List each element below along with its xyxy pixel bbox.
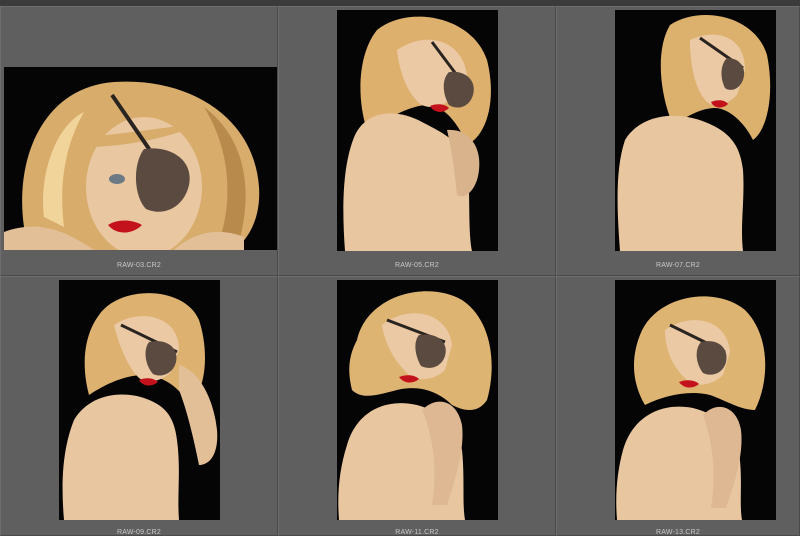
thumbnail-image[interactable]	[337, 280, 498, 520]
thumbnail-cell[interactable]: RAW-03.CR2	[0, 6, 278, 276]
thumbnail-filename: RAW-07.CR2	[655, 262, 700, 269]
thumbnail-image[interactable]	[59, 280, 220, 520]
thumbnail-image[interactable]	[4, 67, 277, 250]
photo-hand-on-shoulder	[337, 280, 498, 520]
photo-back-turned	[615, 10, 776, 251]
thumbnail-filename: RAW-05.CR2	[394, 262, 439, 269]
thumbnail-cell[interactable]: RAW-07.CR2	[556, 6, 800, 276]
thumbnail-cell[interactable]: RAW-11.CR2	[278, 276, 556, 536]
thumbnail-image[interactable]	[615, 280, 776, 520]
thumbnail-cell[interactable]: RAW-13.CR2	[556, 276, 800, 536]
thumbnail-filename: RAW-03.CR2	[116, 262, 161, 269]
photo-hand-on-shoulder	[615, 280, 776, 520]
photo-back-turned	[337, 10, 498, 251]
photo-hand-in-hair	[59, 280, 220, 520]
thumbnail-image[interactable]	[615, 10, 776, 251]
thumbnail-cell[interactable]: RAW-05.CR2	[278, 6, 556, 276]
thumbnail-image[interactable]	[337, 10, 498, 251]
photo-eyepatch-closeup	[4, 67, 277, 250]
thumbnail-grid: RAW-03.CR2 RAW-05.CR2 RAW-07.CR2 RAW-09.…	[0, 6, 800, 536]
thumbnail-cell[interactable]: RAW-09.CR2	[0, 276, 278, 536]
